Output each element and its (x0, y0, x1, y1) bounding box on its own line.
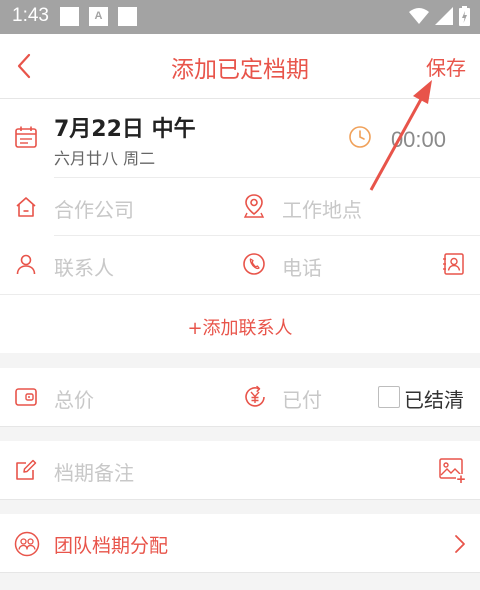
company-location-row: 合作公司 工作地点 (0, 178, 480, 236)
notes-input[interactable]: 档期备注 (54, 457, 134, 486)
nav-bar: 添加已定档期 保存 (0, 34, 480, 99)
location-pin-icon (243, 194, 265, 218)
add-contact-button[interactable]: +添加联系人 (0, 314, 480, 340)
contact-input[interactable]: 联系人 (54, 252, 114, 281)
save-button[interactable]: 保存 (426, 52, 466, 81)
edit-icon (16, 459, 37, 480)
settled-label: 已结清 (404, 388, 464, 412)
contact-phone-row: 联系人 电话 (0, 236, 480, 294)
clock-icon (349, 126, 371, 148)
chevron-right-icon (455, 535, 465, 553)
calendar-icon (15, 126, 37, 148)
notification-icon (118, 7, 137, 26)
schedule-card: 7月22日 中午 六月廿八 周二 00:00 合作公司 工作地点 联系人 电话 … (0, 99, 480, 353)
status-bar: 1:43 A (0, 0, 480, 34)
home-icon (16, 197, 36, 217)
person-icon (16, 254, 36, 275)
signal-icon (435, 7, 453, 25)
team-card[interactable]: 团队档期分配 (0, 514, 480, 573)
date-time-row[interactable]: 7月22日 中午 六月廿八 周二 00:00 (0, 99, 480, 177)
notes-card: 档期备注 (0, 441, 480, 500)
wifi-icon (409, 8, 429, 24)
notification-icon (60, 7, 79, 26)
status-time: 1:43 (12, 5, 49, 26)
schedule-time[interactable]: 00:00 (391, 127, 446, 153)
team-assignment-label: 团队档期分配 (54, 535, 169, 557)
schedule-date[interactable]: 7月22日 中午 (54, 111, 196, 143)
contact-book-icon[interactable] (442, 252, 466, 276)
team-icon (14, 531, 40, 557)
phone-icon (243, 253, 265, 275)
settled-checkbox[interactable] (378, 386, 400, 408)
page-title: 添加已定档期 (171, 57, 309, 83)
paid-amount-input[interactable]: 已付 (282, 384, 322, 413)
price-card: 总价 已付 已结清 (0, 368, 480, 427)
notification-badge-label: A (94, 10, 103, 22)
phone-input[interactable]: 电话 (282, 252, 322, 281)
add-image-icon[interactable] (438, 456, 466, 484)
battery-icon (459, 6, 470, 26)
schedule-lunar-date: 六月廿八 周二 (54, 149, 156, 168)
notification-icon: A (89, 7, 108, 26)
status-icons (409, 6, 470, 26)
add-contact-row: +添加联系人 (0, 295, 480, 353)
company-input[interactable]: 合作公司 (54, 194, 134, 223)
location-input[interactable]: 工作地点 (282, 194, 362, 223)
wallet-icon (15, 388, 37, 406)
yen-payment-icon (245, 385, 265, 407)
total-price-input[interactable]: 总价 (54, 384, 94, 413)
